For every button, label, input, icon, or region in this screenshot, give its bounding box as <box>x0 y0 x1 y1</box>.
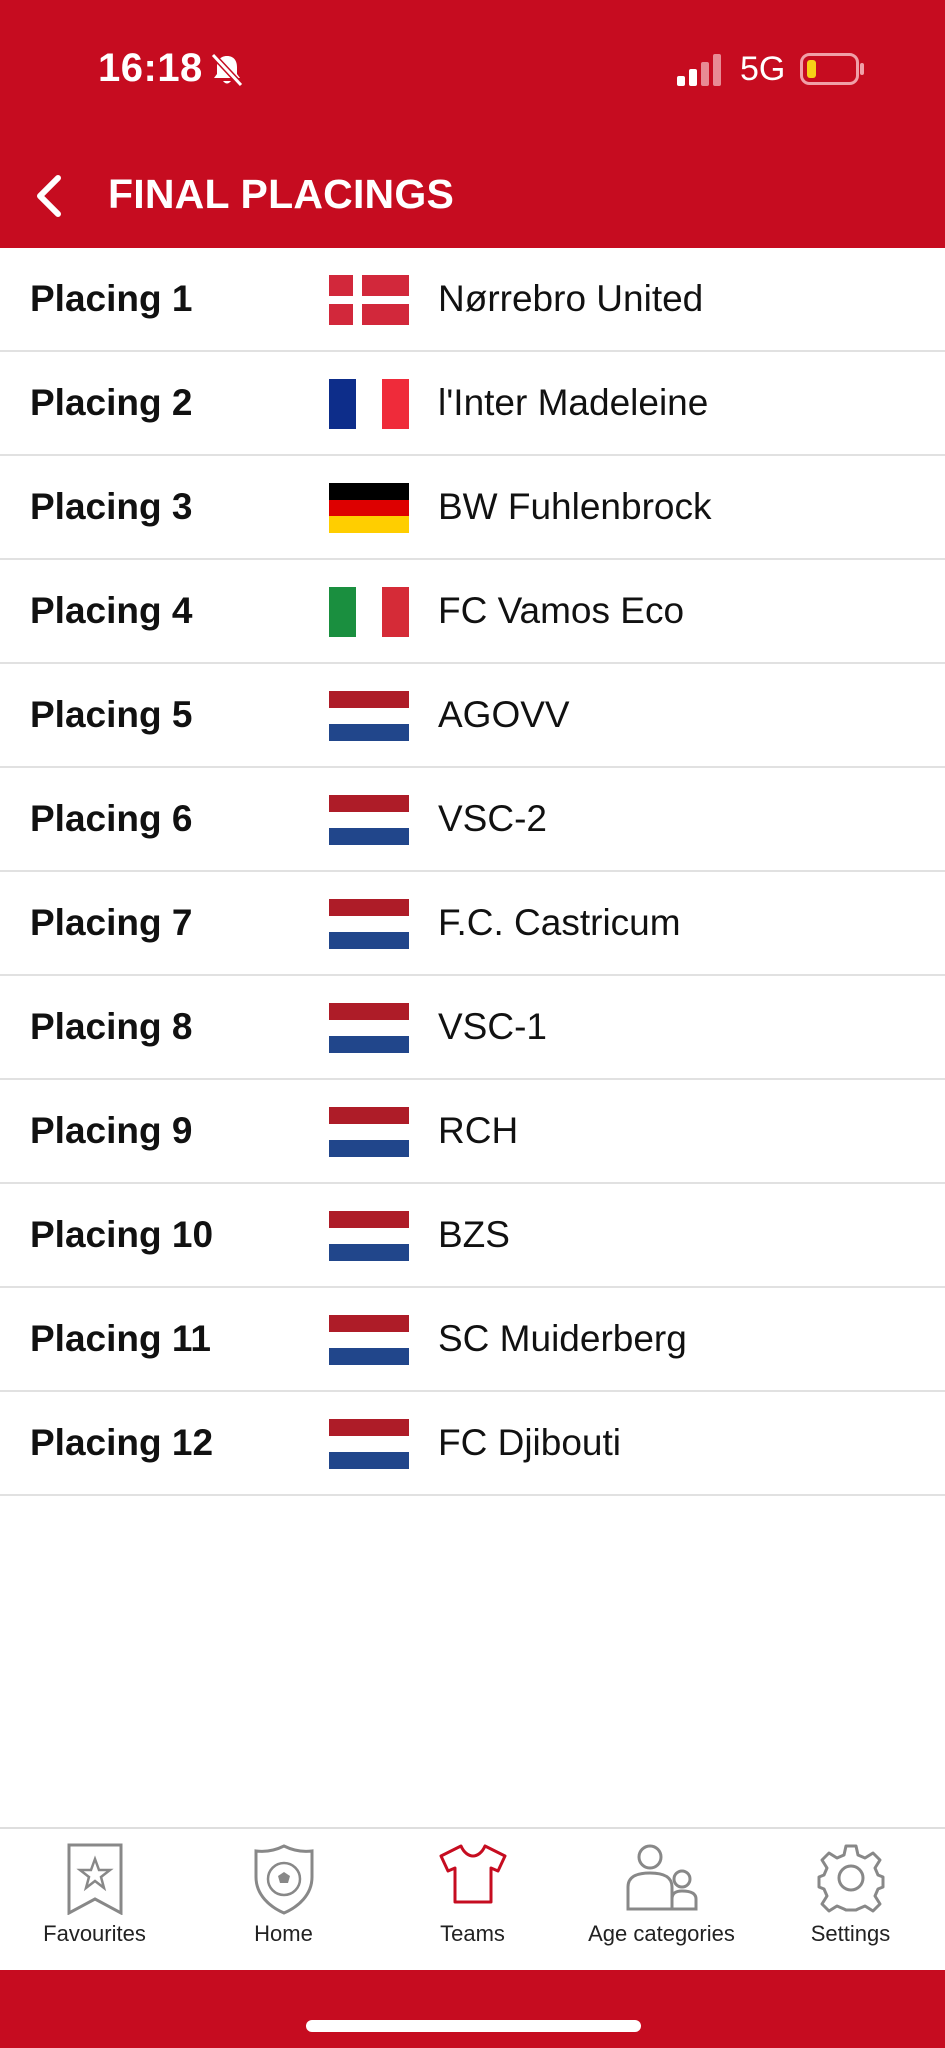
germany-flag-icon <box>329 483 409 533</box>
page-title: FINAL PLACINGS <box>108 171 454 217</box>
tab-home[interactable]: Home <box>189 1829 378 1970</box>
team-name: BZS <box>438 1214 510 1255</box>
placing-label: Placing 11 <box>30 1318 211 1359</box>
placing-label: Placing 7 <box>30 902 193 943</box>
tab-label: Favourites <box>43 1921 146 1946</box>
team-name: AGOVV <box>438 694 570 735</box>
battery-low-icon <box>800 53 864 85</box>
star-bookmark-icon <box>67 1843 122 1915</box>
bottom-bar <box>0 1970 945 2048</box>
denmark-flag-icon <box>329 275 409 325</box>
placing-label: Placing 6 <box>30 798 193 839</box>
netherlands-flag-icon <box>329 1107 409 1157</box>
placing-row[interactable]: Placing 11 SC Muiderberg <box>0 1288 945 1392</box>
team-name: VSC-1 <box>438 1006 547 1047</box>
placing-row[interactable]: Placing 8 VSC-1 <box>0 976 945 1080</box>
bell-muted-icon <box>210 52 244 88</box>
shield-ball-icon <box>254 1844 313 1915</box>
screen: 16:18 5G FINAL PLACINGS Placing 1 Nørrebr… <box>0 0 945 2048</box>
italy-flag-icon <box>329 587 409 637</box>
placing-label: Placing 1 <box>30 278 193 319</box>
netherlands-flag-icon <box>329 1003 409 1053</box>
team-name: BW Fuhlenbrock <box>438 486 712 527</box>
placing-row[interactable]: Placing 10 BZS <box>0 1184 945 1288</box>
tab-label: Settings <box>810 1921 891 1946</box>
team-name: VSC-2 <box>438 798 547 839</box>
placing-row[interactable]: Placing 1 Nørrebro United <box>0 248 945 352</box>
placing-row[interactable]: Placing 9 RCH <box>0 1080 945 1184</box>
placing-label: Placing 8 <box>30 1006 193 1047</box>
placing-row[interactable]: Placing 6 VSC-2 <box>0 768 945 872</box>
placings-list: Placing 1 Nørrebro United Placing 2 l'Inter… <box>0 248 945 1496</box>
tab-label: Home <box>254 1921 313 1946</box>
placing-row[interactable]: Placing 4 FC Vamos Eco <box>0 560 945 664</box>
team-name: FC Vamos Eco <box>438 590 685 631</box>
placing-row[interactable]: Placing 2 l'Inter Madeleine <box>0 352 945 456</box>
team-name: RCH <box>438 1110 519 1151</box>
netherlands-flag-icon <box>329 795 409 845</box>
tab-label: Age categories <box>588 1921 735 1946</box>
placing-label: Placing 12 <box>30 1422 214 1463</box>
team-name: Nørrebro United <box>438 278 704 319</box>
placing-row[interactable]: Placing 3 BW Fuhlenbrock <box>0 456 945 560</box>
header-bar: 16:18 5G FINAL PLACINGS <box>0 0 945 248</box>
tab-label: Teams <box>440 1921 505 1946</box>
placing-label: Placing 5 <box>30 694 193 735</box>
netherlands-flag-icon <box>329 1315 409 1365</box>
status-time: 16:18 <box>98 46 203 90</box>
placing-label: Placing 9 <box>30 1110 193 1151</box>
netherlands-flag-icon <box>329 1419 409 1469</box>
team-name: l'Inter Madeleine <box>438 382 709 423</box>
team-name: F.C. Castricum <box>438 902 681 943</box>
france-flag-icon <box>329 379 409 429</box>
team-name: FC Djibouti <box>438 1422 621 1463</box>
placing-row[interactable]: Placing 7 F.C. Castricum <box>0 872 945 976</box>
placing-label: Placing 10 <box>30 1214 214 1255</box>
team-name: SC Muiderberg <box>438 1318 687 1359</box>
tab-teams[interactable]: Teams <box>378 1829 567 1970</box>
placing-label: Placing 2 <box>30 382 193 423</box>
tab-settings[interactable]: Settings <box>756 1829 945 1970</box>
shirt-icon <box>439 1844 506 1904</box>
netherlands-flag-icon <box>329 899 409 949</box>
home-indicator[interactable] <box>306 2020 641 2032</box>
network-type: 5G <box>740 50 786 88</box>
tab-age-categories[interactable]: Age categories <box>567 1829 756 1970</box>
gear-icon <box>817 1844 884 1913</box>
tab-favourites[interactable]: Favourites <box>0 1829 189 1970</box>
netherlands-flag-icon <box>329 691 409 741</box>
placing-row[interactable]: Placing 12 FC Djibouti <box>0 1392 945 1496</box>
placing-row[interactable]: Placing 5 AGOVV <box>0 664 945 768</box>
signal-icon <box>677 54 721 86</box>
placing-label: Placing 3 <box>30 486 193 527</box>
netherlands-flag-icon <box>329 1211 409 1261</box>
placing-label: Placing 4 <box>30 590 193 631</box>
people-icon <box>626 1844 697 1911</box>
tab-bar: Favourites Home Teams Age categories Set… <box>0 1827 945 1970</box>
chevron-left-icon[interactable] <box>30 170 70 222</box>
